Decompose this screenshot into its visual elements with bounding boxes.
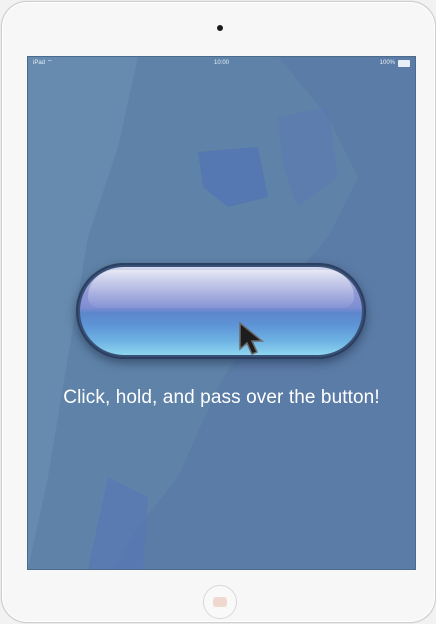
glossy-button-face[interactable] — [80, 267, 362, 355]
glossy-button[interactable] — [76, 263, 366, 359]
instruction-text: Click, hold, and pass over the button! — [63, 387, 380, 408]
screen: iPad ⌔ 10:00 100% Click, hold, and pass o… — [27, 56, 416, 570]
button-gloss — [88, 270, 354, 308]
cursor-icon — [239, 321, 265, 355]
status-battery: 100% — [380, 57, 410, 69]
camera-icon — [217, 25, 223, 31]
status-bar: iPad ⌔ 10:00 100% — [28, 57, 415, 69]
ipad-frame: iPad ⌔ 10:00 100% Click, hold, and pass o… — [1, 1, 436, 623]
home-button[interactable] — [203, 585, 237, 619]
home-logo-icon — [213, 597, 227, 607]
status-time: 10:00 — [213, 60, 229, 66]
battery-icon — [398, 59, 410, 67]
battery-percent: 100% — [379, 60, 395, 66]
